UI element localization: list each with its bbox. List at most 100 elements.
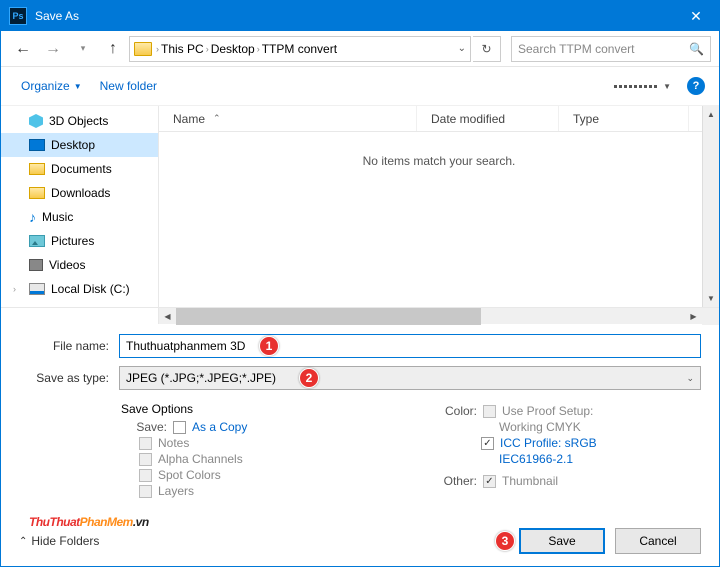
breadcrumb[interactable]: › This PC › Desktop › TTPM convert ⌄ [129, 36, 471, 62]
search-icon: 🔍 [689, 42, 704, 56]
search-placeholder: Search TTPM convert [518, 42, 689, 56]
nav-bar: ← → ▾ ↑ › This PC › Desktop › TTPM conve… [1, 31, 719, 67]
search-input[interactable]: Search TTPM convert 🔍 [511, 36, 711, 62]
sidebar-item-data[interactable]: ›Data (D:) [1, 301, 158, 307]
folder-icon [29, 187, 45, 199]
breadcrumb-item[interactable]: Desktop [211, 42, 255, 56]
sort-icon: ⌃ [213, 113, 221, 124]
cancel-button[interactable]: Cancel [615, 528, 701, 554]
chevron-down-icon[interactable]: ⌄ [458, 43, 466, 54]
close-icon[interactable]: ✕ [673, 1, 719, 31]
checkbox [139, 437, 152, 450]
main-area: 3D Objects Desktop Documents Downloads ♪… [1, 105, 719, 307]
option-as-copy[interactable]: Save:As a Copy [121, 420, 391, 434]
sidebar-item-documents[interactable]: Documents [1, 157, 158, 181]
option-notes: Notes [121, 436, 391, 450]
save-options-title: Save Options [121, 402, 391, 416]
savetype-label: Save as type: [19, 371, 119, 385]
forward-icon: → [39, 36, 67, 62]
checkbox [139, 453, 152, 466]
videos-icon [29, 259, 43, 271]
up-icon[interactable]: ↑ [99, 36, 127, 62]
sidebar-item-label: Desktop [51, 138, 95, 152]
horizontal-scroll-row: ◀ ▶ [1, 307, 719, 324]
toolbar: Organize▼ New folder ▼ ? [1, 67, 719, 105]
organize-button[interactable]: Organize▼ [15, 75, 88, 97]
checkbox [483, 475, 496, 488]
sidebar-item-localdisk[interactable]: ›Local Disk (C:) [1, 277, 158, 301]
disk-icon [29, 283, 45, 295]
back-icon[interactable]: ← [9, 36, 37, 62]
filename-label: File name: [19, 339, 119, 353]
chevron-down-icon[interactable]: ▼ [663, 82, 671, 91]
sidebar-item-downloads[interactable]: Downloads [1, 181, 158, 205]
option-spot: Spot Colors [121, 468, 391, 482]
horizontal-scrollbar[interactable]: ◀ ▶ [159, 308, 702, 324]
breadcrumb-item[interactable]: This PC [161, 42, 204, 56]
sidebar: 3D Objects Desktop Documents Downloads ♪… [1, 106, 159, 307]
expand-icon[interactable]: › [13, 284, 16, 294]
watermark: ThuThuatPhanMem.vn [29, 506, 149, 532]
scroll-left-icon[interactable]: ◀ [159, 308, 176, 325]
checkbox[interactable] [481, 437, 494, 450]
breadcrumb-item[interactable]: TTPM convert [262, 42, 337, 56]
pictures-icon [29, 235, 45, 247]
new-folder-button[interactable]: New folder [94, 75, 163, 97]
sidebar-item-desktop[interactable]: Desktop [1, 133, 158, 157]
window-title: Save As [35, 9, 673, 23]
sidebar-item-label: Pictures [51, 234, 94, 248]
sidebar-item-pictures[interactable]: Pictures [1, 229, 158, 253]
scroll-up-icon[interactable]: ▲ [703, 106, 719, 123]
app-icon: Ps [9, 7, 27, 25]
sidebar-item-3d[interactable]: 3D Objects [1, 109, 158, 133]
option-icc[interactable]: ICC Profile: sRGB [431, 436, 701, 450]
sidebar-item-label: Music [42, 210, 73, 224]
refresh-icon[interactable]: ↻ [473, 36, 501, 62]
sidebar-item-label: Videos [49, 258, 85, 272]
savetype-select[interactable]: JPEG (*.JPG;*.JPEG;*.JPE) ⌄ [119, 366, 701, 390]
annotation-badge-2: 2 [299, 368, 319, 388]
scroll-thumb[interactable] [176, 308, 481, 325]
vertical-scrollbar[interactable]: ▲ ▼ [702, 106, 719, 307]
column-headers: Name⌃ Date modified Type Siz [159, 106, 719, 132]
3d-icon [29, 114, 43, 128]
view-icon[interactable] [614, 85, 657, 88]
chevron-down-icon: ⌄ [686, 373, 694, 384]
help-icon[interactable]: ? [687, 77, 705, 95]
chevron-right-icon: › [257, 44, 260, 54]
empty-message: No items match your search. [159, 132, 719, 190]
sidebar-item-label: Data (D:) [51, 306, 100, 307]
chevron-up-icon: ⌃ [19, 536, 27, 547]
checkbox[interactable] [173, 421, 186, 434]
sidebar-item-label: Documents [51, 162, 112, 176]
option-layers: Layers [121, 484, 391, 498]
folder-icon [29, 163, 45, 175]
recent-icon[interactable]: ▾ [69, 36, 97, 62]
scroll-down-icon[interactable]: ▼ [703, 290, 719, 307]
sidebar-item-music[interactable]: ♪ Music [1, 205, 158, 229]
checkbox [139, 485, 152, 498]
hide-folders-button[interactable]: ⌃Hide Folders [19, 534, 99, 548]
folder-icon [134, 42, 152, 56]
save-button[interactable]: Save [519, 528, 605, 554]
savetype-value: JPEG (*.JPG;*.JPEG;*.JPE) [126, 371, 276, 385]
column-date[interactable]: Date modified [417, 106, 559, 131]
checkbox [139, 469, 152, 482]
sidebar-item-label: Downloads [51, 186, 110, 200]
scroll-right-icon[interactable]: ▶ [685, 308, 702, 325]
desktop-icon [29, 139, 45, 151]
sidebar-item-label: 3D Objects [49, 114, 108, 128]
filename-input[interactable] [119, 334, 701, 358]
sidebar-item-videos[interactable]: Videos [1, 253, 158, 277]
file-list: Name⌃ Date modified Type Siz No items ma… [159, 106, 719, 307]
music-icon: ♪ [29, 210, 36, 224]
column-name[interactable]: Name⌃ [159, 106, 417, 131]
column-type[interactable]: Type [559, 106, 689, 131]
chevron-right-icon: › [206, 44, 209, 54]
annotation-badge-3: 3 [495, 531, 515, 551]
option-proof: Color:Use Proof Setup: [431, 404, 701, 418]
option-thumbnail: Other:Thumbnail [431, 474, 701, 488]
save-options: Save Options Save:As a Copy Notes Alpha … [1, 398, 719, 500]
option-alpha: Alpha Channels [121, 452, 391, 466]
option-icc-sub: IEC61966-2.1 [431, 452, 701, 466]
